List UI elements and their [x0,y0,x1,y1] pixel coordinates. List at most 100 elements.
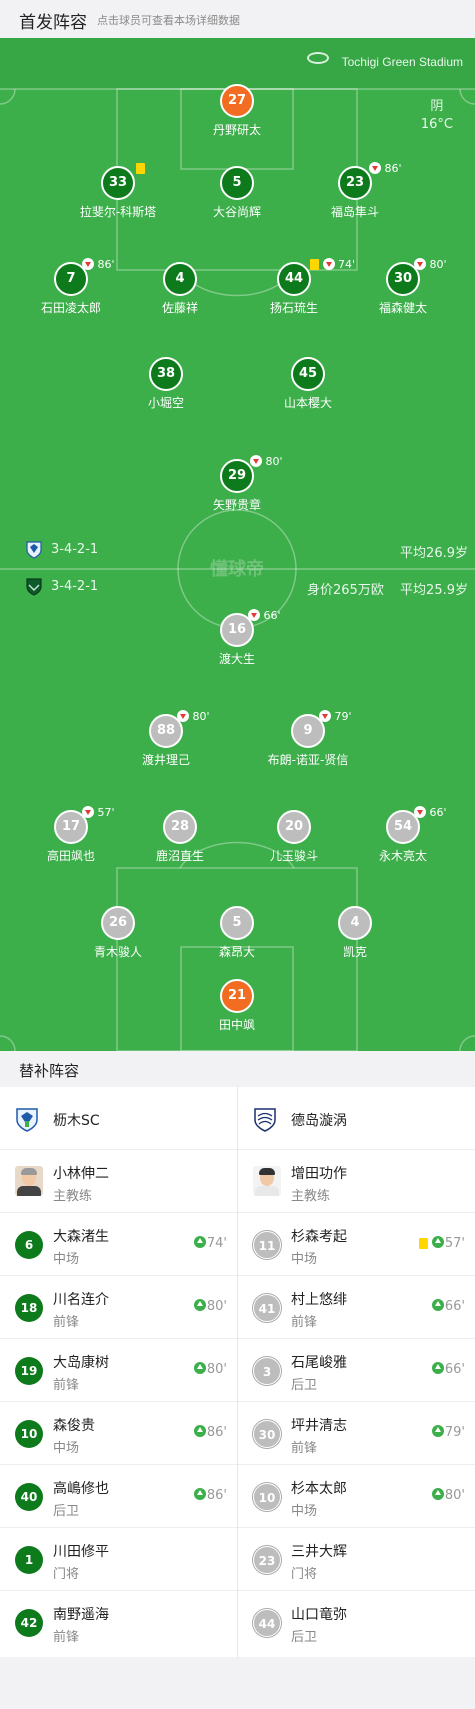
sub-number: 40 [15,1483,43,1511]
team-row[interactable]: 德岛漩涡 [238,1087,475,1150]
pitch: 懂球帝 Tochigi Green Stadium 阴 16°C 3-4-2-1… [0,38,475,1051]
sub-position: 中场 [53,1441,80,1456]
sub-position: 后卫 [291,1378,318,1393]
away-avg-age: 平均26.9岁 [400,546,468,561]
lineup-header: 首发阵容 点击球员可查看本场详细数据 [0,0,475,38]
home-avg-age: 平均25.9岁 [400,583,468,598]
sub-player-row[interactable]: 6 大森渚生 中场 74' [0,1213,237,1276]
player-card[interactable]: 16 66' 渡大生 [162,609,312,667]
sub-in-icon [431,1362,444,1374]
sub-event: 57' [418,1236,465,1251]
sub-number: 44 [253,1609,281,1637]
away-team-logo-icon [26,541,42,559]
player-card[interactable]: 21 田中飒 [162,979,312,1033]
sub-position: 前锋 [53,1378,80,1393]
player-card[interactable]: 29 80' 矢野贵章 [162,455,312,513]
coach-role: 主教练 [291,1189,331,1204]
player-number: 29 [220,459,254,493]
player-number: 33 [101,166,135,200]
sub-name: 石尾峻雅 [291,1355,347,1371]
sub-time: 79' [334,710,352,723]
sub-position: 前锋 [53,1315,80,1330]
player-number: 38 [149,357,183,391]
sub-in-icon [431,1425,444,1437]
sub-player-row[interactable]: 42 南野遥海 前锋 [0,1591,237,1654]
player-name: 山本樱大 [283,396,332,410]
team-logo-icon [254,1108,276,1132]
sub-name: 山口竜弥 [291,1607,347,1623]
player-name: 永木亮太 [378,849,427,863]
player-number: 21 [220,979,254,1013]
player-name: 渡大生 [218,652,255,666]
sub-player-row[interactable]: 1 川田修平 门将 [0,1528,237,1591]
player-card[interactable]: 30 80' 福森健太 [328,258,475,316]
player-number: 27 [220,84,254,118]
coach-name: 增田功作 [291,1166,347,1182]
player-card[interactable]: 4 凯克 [280,906,430,960]
sub-position: 中场 [291,1504,318,1519]
sub-in-icon [431,1299,444,1311]
coach-row[interactable]: 增田功作 主教练 [238,1150,475,1213]
sub-out-icon [82,806,94,818]
player-card[interactable]: 23 86' 福岛隼斗 [280,162,430,220]
sub-event: 79' [431,1425,465,1440]
sub-player-row[interactable]: 23 三井大辉 门将 [238,1528,475,1591]
sub-player-row[interactable]: 18 川名连介 前锋 80' [0,1276,237,1339]
player-number: 20 [277,810,311,844]
player-card[interactable]: 88 80' 渡井理己 [91,710,241,768]
sub-player-row[interactable]: 10 杉本太郎 中场 80' [238,1465,475,1528]
sub-name: 大森渚生 [53,1229,109,1245]
sub-name: 杉森考起 [291,1229,347,1245]
sub-name: 村上悠绯 [291,1292,347,1308]
player-name: 田中飒 [218,1018,255,1032]
sub-in-icon [193,1425,206,1437]
sub-player-row[interactable]: 30 坪井清志 前锋 79' [238,1402,475,1465]
away-formation: 3-4-2-1 [51,542,99,557]
sub-time: 80' [265,455,283,468]
player-events: 66' [414,806,447,819]
coach-name: 小林伸二 [53,1166,109,1182]
sub-player-row[interactable]: 3 石尾峻雅 后卫 66' [238,1339,475,1402]
sub-player-row[interactable]: 41 村上悠绯 前锋 66' [238,1276,475,1339]
player-events: 86' [369,162,402,175]
sub-player-row[interactable]: 40 高嶋修也 后卫 86' [0,1465,237,1528]
coach-avatar [253,1166,281,1196]
player-events: 80' [414,258,447,271]
sub-player-row[interactable]: 10 森俊贵 中场 86' [0,1402,237,1465]
sub-number: 11 [253,1231,281,1259]
sub-number: 42 [15,1609,43,1637]
team-logo-icon [16,1108,38,1132]
sub-event: 80' [193,1362,227,1377]
player-card[interactable]: 27 丹野研太 [162,84,312,138]
player-events: 66' [248,609,281,622]
home-value: 身价265万欧 [307,583,384,598]
sub-position: 前锋 [291,1441,318,1456]
yellow-card-icon [310,259,319,270]
coach-role: 主教练 [53,1189,93,1204]
sub-player-row[interactable]: 11 杉森考起 中场 57' [238,1213,475,1276]
sub-out-icon [369,162,381,174]
player-card[interactable]: 38 小堀空 [91,357,241,411]
player-card[interactable]: 9 79' 布朗-诺亚-贤信 [233,710,383,768]
player-number: 28 [163,810,197,844]
coach-row[interactable]: 小林伸二 主教练 [0,1150,237,1213]
subs-divider [237,1087,238,1657]
sub-out-icon [414,258,426,270]
sub-number: 1 [15,1546,43,1574]
sub-in-icon [193,1236,206,1248]
sub-in-icon [431,1488,444,1500]
sub-name: 高嶋修也 [53,1481,109,1497]
sub-out-icon [82,258,94,270]
team-row[interactable]: 枥木SC [0,1087,237,1150]
sub-position: 后卫 [291,1630,318,1645]
sub-player-row[interactable]: 19 大岛康树 前锋 80' [0,1339,237,1402]
player-card[interactable]: 54 66' 永木亮太 [328,806,475,864]
player-events: 79' [319,710,352,723]
weather: 阴 16°C [421,98,453,134]
sub-name: 川名连介 [53,1292,109,1308]
sub-name: 大岛康树 [53,1355,109,1371]
sub-in-icon [193,1299,206,1311]
sub-time: 66' [263,609,281,622]
player-card[interactable]: 45 山本樱大 [233,357,383,411]
sub-player-row[interactable]: 44 山口竜弥 后卫 [238,1591,475,1654]
